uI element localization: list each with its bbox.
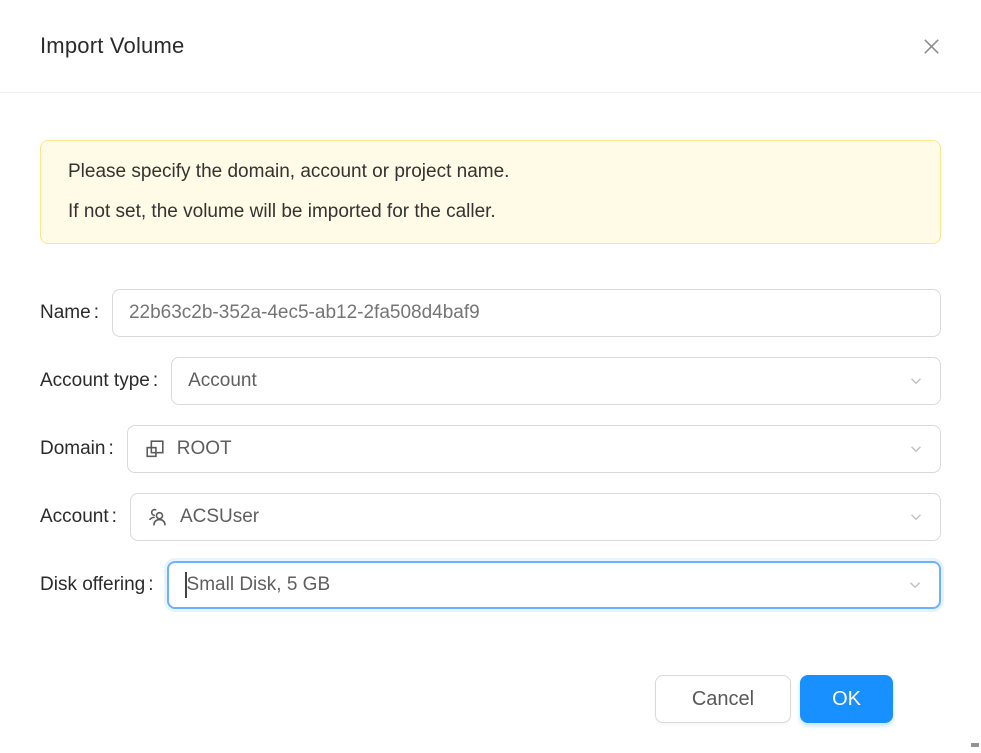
modal-footer: Cancel OK [40, 629, 941, 723]
cancel-button[interactable]: Cancel [655, 675, 791, 723]
label-colon: : [108, 438, 113, 460]
label-colon: : [148, 574, 153, 596]
disk-offering-selected-value: Small Disk, 5 GB [187, 574, 331, 596]
account-type-label: Account type [40, 370, 150, 392]
alert-message-line1: Please specify the domain, account or pr… [68, 152, 913, 192]
account-type-select[interactable]: Account [171, 357, 941, 405]
chevron-down-icon [907, 440, 925, 458]
team-icon [147, 506, 169, 528]
domain-label: Domain [40, 438, 105, 460]
info-alert: Please specify the domain, account or pr… [40, 140, 941, 244]
form-row-account: Account : ACSUser [40, 493, 941, 541]
domain-select[interactable]: ROOT [127, 425, 941, 473]
account-selected-value: ACSUser [180, 506, 259, 528]
form-row-account-type: Account type : Account [40, 357, 941, 405]
close-button[interactable] [915, 30, 947, 62]
chevron-down-icon [907, 508, 925, 526]
account-type-selected-value: Account [188, 370, 257, 392]
import-volume-modal: Import Volume Please specify the domain,… [0, 0, 981, 753]
background-scrollbar-fragment [971, 743, 979, 747]
label-colon: : [112, 506, 117, 528]
disk-offering-select[interactable]: Small Disk, 5 GB [167, 561, 941, 609]
modal-body: Please specify the domain, account or pr… [0, 93, 981, 753]
alert-message-line2: If not set, the volume will be imported … [68, 192, 913, 232]
form-row-disk-offering: Disk offering : Small Disk, 5 GB [40, 561, 941, 609]
chevron-down-icon [906, 576, 924, 594]
label-colon: : [94, 302, 99, 324]
name-input[interactable] [112, 289, 941, 337]
block-icon [144, 438, 166, 460]
modal-title: Import Volume [40, 33, 184, 59]
close-icon [920, 35, 943, 58]
account-select[interactable]: ACSUser [130, 493, 941, 541]
name-label: Name [40, 302, 91, 324]
modal-header: Import Volume [0, 0, 981, 93]
chevron-down-icon [907, 372, 925, 390]
account-label: Account [40, 506, 109, 528]
label-colon: : [153, 370, 158, 392]
ok-button[interactable]: OK [800, 675, 893, 723]
form-row-name: Name : [40, 289, 941, 337]
domain-selected-value: ROOT [177, 438, 232, 460]
form-row-domain: Domain : ROOT [40, 425, 941, 473]
disk-offering-label: Disk offering [40, 574, 145, 596]
